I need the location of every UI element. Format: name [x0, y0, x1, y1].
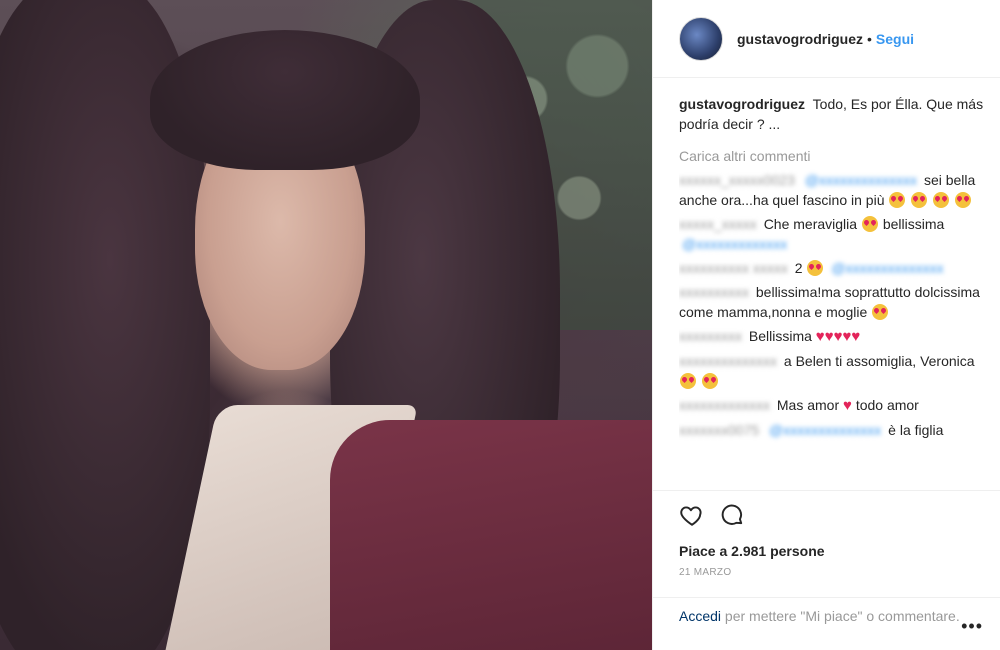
load-more-comments-button[interactable]: Carica altri commenti: [679, 146, 986, 166]
comment-username[interactable]: xxxxxxxxxxxxxx: [679, 353, 777, 369]
follow-button[interactable]: Segui: [876, 31, 914, 47]
comments-list[interactable]: gustavogrodriguez Todo, Es por Élla. Que…: [679, 94, 986, 494]
comment-text: è la figlia: [888, 422, 944, 438]
comment-item: xxxxxxx0075 @xxxxxxxxxxxxxx è la figlia: [679, 420, 986, 440]
action-icons: [679, 501, 1000, 529]
comment-username[interactable]: xxxxxxxxxx: [679, 284, 749, 300]
header-separator: •: [867, 30, 872, 47]
comment-item: xxxxxx_xxxxx0023 @xxxxxxxxxxxxxx sei bel…: [679, 170, 986, 210]
heart-eyes-emoji-icon: [861, 216, 878, 232]
comment-item: xxxxx_xxxxx Che meraviglia bellissima @x…: [679, 214, 986, 254]
like-heart-icon[interactable]: [679, 502, 705, 528]
comment-text: 2: [794, 260, 803, 276]
more-options-icon[interactable]: •••: [961, 616, 983, 636]
comment-text: Che meraviglia: [763, 216, 858, 232]
heart-eyes-emoji-icon: [911, 192, 928, 208]
comment-mention[interactable]: @xxxxxxxxxxxxxx: [769, 422, 881, 438]
heart-eyes-emoji-icon: [933, 192, 950, 208]
post-actions: Piace a 2.981 persone 21 MARZO Accedi pe…: [653, 490, 1000, 650]
heart-eyes-emoji-icon: [955, 192, 972, 208]
post-sidebar: gustavogrodriguez • Segui gustavogrodrig…: [652, 0, 1000, 650]
login-prompt-text: per mettere "Mi piace" o commentare.: [724, 608, 960, 624]
header-username[interactable]: gustavogrodriguez: [737, 31, 863, 47]
comment-username[interactable]: xxxxxxxxx: [679, 328, 742, 344]
login-prompt: Accedi per mettere "Mi piace" o commenta…: [653, 597, 1000, 636]
comment-item: xxxxxxxxx Bellissima ♥♥♥♥♥: [679, 326, 986, 347]
comment-text: a Belen ti assomiglia, Veronica: [783, 353, 975, 369]
comment-username[interactable]: xxxxxx_xxxxx0023: [679, 172, 795, 188]
photo-sweater: [330, 420, 652, 650]
login-link[interactable]: Accedi: [679, 608, 721, 624]
photo-bangs: [150, 30, 420, 170]
comment-text-2: todo amor: [855, 397, 919, 413]
comment-username[interactable]: xxxxxxxxxx xxxxx: [679, 260, 788, 276]
comment-text: Bellissima: [748, 328, 812, 344]
comment-bubble-icon[interactable]: [719, 502, 745, 528]
heart-icon: ♥: [843, 397, 852, 414]
post-photo[interactable]: [0, 0, 652, 650]
comment-username[interactable]: xxxxx_xxxxx: [679, 216, 757, 232]
comment-mention[interactable]: @xxxxxxxxxxxxx: [682, 236, 787, 252]
post-date: 21 MARZO: [679, 567, 732, 578]
post-header: gustavogrodriguez • Segui: [653, 0, 1000, 78]
comment-item: xxxxxxxxxxxxx Mas amor ♥ todo amor: [679, 395, 986, 416]
caption: gustavogrodriguez Todo, Es por Élla. Que…: [679, 94, 986, 134]
avatar[interactable]: [679, 16, 723, 61]
comment-item: xxxxxxxxxx bellissima!ma soprattutto dol…: [679, 282, 986, 322]
comment-item: xxxxxxxxxx xxxxx 2 @xxxxxxxxxxxxxx: [679, 258, 986, 278]
heart-eyes-emoji-icon: [872, 304, 889, 320]
likes-count[interactable]: Piace a 2.981 persone: [679, 543, 1000, 559]
comment-item: xxxxxxxxxxxxxx a Belen ti assomiglia, Ve…: [679, 351, 986, 391]
comment-text-2: bellissima: [882, 216, 945, 232]
heart-eyes-emoji-icon: [807, 260, 824, 276]
heart-eyes-emoji-icon: [680, 373, 696, 389]
comment-username[interactable]: xxxxxxx0075: [679, 422, 759, 438]
comment-username[interactable]: xxxxxxxxxxxxx: [679, 397, 770, 413]
heart-icon: ♥♥♥♥♥: [815, 328, 861, 345]
heart-eyes-emoji-icon: [701, 373, 718, 389]
comment-mention[interactable]: @xxxxxxxxxxxxxx: [805, 172, 917, 188]
heart-eyes-emoji-icon: [889, 192, 906, 208]
caption-username[interactable]: gustavogrodriguez: [679, 96, 805, 112]
comment-mention[interactable]: @xxxxxxxxxxxxxx: [831, 260, 943, 276]
comment-text: Mas amor: [776, 397, 840, 413]
